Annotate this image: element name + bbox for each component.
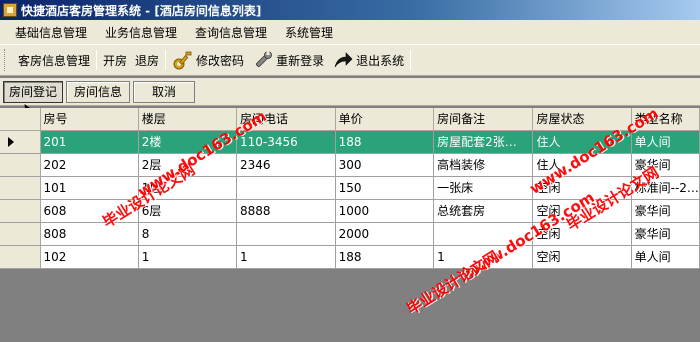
table-cell[interactable]: 188: [335, 245, 435, 269]
table-row[interactable]: 808 8 2000 空闲 豪华间: [0, 222, 700, 246]
column-header[interactable]: 房号: [40, 108, 139, 131]
action-strip: 房间登记 房间信息 取消: [0, 78, 700, 106]
row-header-corner: [0, 108, 41, 131]
exit-button[interactable]: 退出系统: [328, 48, 408, 72]
column-header[interactable]: 房间电话: [236, 108, 336, 131]
table-cell[interactable]: 豪华间: [631, 153, 700, 177]
change-password-button[interactable]: 修改密码: [168, 48, 248, 72]
table-cell[interactable]: 1层: [138, 176, 238, 200]
table-cell[interactable]: 8888: [236, 199, 336, 223]
table-row[interactable]: 101 1层 150 一张床 空闲 标准间--2…: [0, 176, 700, 200]
table-cell[interactable]: 110-3456: [236, 130, 336, 154]
table-cell[interactable]: 201: [40, 130, 139, 154]
column-header[interactable]: 房间备注: [433, 108, 534, 131]
table-cell[interactable]: 1000: [335, 199, 435, 223]
column-header[interactable]: 类型名称: [631, 108, 700, 131]
app-icon: [3, 3, 17, 17]
menu-basic-info[interactable]: 基础信息管理: [6, 24, 96, 41]
toolbar-separator: [410, 50, 412, 70]
check-in-button[interactable]: 开房: [99, 48, 131, 72]
title-bar: 快捷酒店客房管理系统 - [酒店房间信息列表]: [0, 0, 700, 20]
guest-info-button[interactable]: 客房信息管理: [14, 48, 94, 72]
table-cell[interactable]: 总统套房: [433, 199, 534, 223]
menu-bar: 基础信息管理 业务信息管理 查询信息管理 系统管理: [0, 20, 700, 44]
table-cell[interactable]: 标准间--2…: [631, 176, 700, 200]
check-out-button[interactable]: 退房: [131, 48, 163, 72]
wrench-icon: [256, 51, 272, 68]
table-cell[interactable]: 608: [40, 199, 139, 223]
relogin-button[interactable]: 重新登录: [248, 48, 328, 72]
table-cell[interactable]: 1: [138, 245, 238, 269]
table-cell[interactable]: 高档装修: [433, 153, 534, 177]
table-cell[interactable]: 住人: [532, 153, 632, 177]
table-cell[interactable]: 房屋配套2张…: [433, 130, 534, 154]
table-cell[interactable]: 单人间: [631, 130, 700, 154]
row-header[interactable]: [0, 222, 41, 246]
row-header[interactable]: [0, 130, 41, 154]
table-row[interactable]: 102 1 1 188 1 空闲 单人间: [0, 245, 700, 269]
table-row[interactable]: 201 2楼 110-3456 188 房屋配套2张… 住人 单人间: [0, 130, 700, 154]
table-cell[interactable]: 空闲: [532, 245, 632, 269]
window-title: 快捷酒店客房管理系统 - [酒店房间信息列表]: [21, 3, 262, 18]
table-row[interactable]: 608 6层 8888 1000 总统套房 空闲 豪华间: [0, 199, 700, 223]
exit-arrow-icon: [334, 52, 353, 68]
column-header[interactable]: 房屋状态: [532, 108, 632, 131]
table-cell[interactable]: 102: [40, 245, 139, 269]
row-header[interactable]: [0, 245, 41, 269]
toolbar-separator: [165, 50, 167, 70]
table-cell[interactable]: 1: [236, 245, 336, 269]
cancel-button[interactable]: 取消: [133, 80, 195, 103]
column-header[interactable]: 单价: [335, 108, 435, 131]
table-cell[interactable]: [236, 176, 336, 200]
table-cell[interactable]: 空闲: [532, 199, 632, 223]
table-cell[interactable]: 一张床: [433, 176, 534, 200]
toolbar-grip[interactable]: [4, 49, 8, 71]
table-cell[interactable]: 豪华间: [631, 222, 700, 246]
relogin-label: 重新登录: [276, 53, 325, 68]
table-cell[interactable]: 202: [40, 153, 139, 177]
key-icon: [173, 51, 192, 70]
table-cell[interactable]: 101: [40, 176, 139, 200]
menu-system[interactable]: 系统管理: [276, 24, 342, 41]
row-header[interactable]: [0, 176, 41, 200]
header-row: 房号 楼层 房间电话 单价 房间备注 房屋状态 类型名称: [0, 108, 700, 131]
table-cell[interactable]: 2楼: [138, 130, 238, 154]
table-cell[interactable]: 6层: [138, 199, 238, 223]
room-grid[interactable]: 房号 楼层 房间电话 单价 房间备注 房屋状态 类型名称 201 2楼 110-…: [0, 108, 700, 272]
table-cell[interactable]: 1: [433, 245, 534, 269]
row-header[interactable]: [0, 199, 41, 223]
menu-query-info[interactable]: 查询信息管理: [186, 24, 276, 41]
exit-label: 退出系统: [356, 53, 405, 68]
room-register-button[interactable]: 房间登记: [3, 80, 63, 103]
room-table: 房号 楼层 房间电话 单价 房间备注 房屋状态 类型名称 201 2楼 110-…: [0, 108, 700, 269]
table-cell[interactable]: 空闲: [532, 176, 632, 200]
room-info-button[interactable]: 房间信息: [66, 80, 130, 103]
table-cell[interactable]: 2层: [138, 153, 238, 177]
column-header[interactable]: 楼层: [138, 108, 238, 131]
table-cell[interactable]: 8: [138, 222, 238, 246]
table-cell[interactable]: [236, 222, 336, 246]
app-window: 快捷酒店客房管理系统 - [酒店房间信息列表] 基础信息管理 业务信息管理 查询…: [0, 0, 700, 342]
table-row[interactable]: 202 2层 2346 300 高档装修 住人 豪华间: [0, 153, 700, 177]
row-header[interactable]: [0, 153, 41, 177]
current-row-arrow-icon: [8, 136, 14, 147]
table-cell[interactable]: 808: [40, 222, 139, 246]
toolbar: 客房信息管理 开房 退房 修改密码 重新登录 退出系统: [0, 44, 700, 76]
table-cell[interactable]: 单人间: [631, 245, 700, 269]
table-cell[interactable]: 150: [335, 176, 435, 200]
table-cell[interactable]: 188: [335, 130, 435, 154]
menu-business-info[interactable]: 业务信息管理: [96, 24, 186, 41]
table-cell[interactable]: 2346: [236, 153, 336, 177]
table-cell[interactable]: 2000: [335, 222, 435, 246]
toolbar-separator: [96, 50, 98, 70]
table-cell[interactable]: [433, 222, 534, 246]
table-cell[interactable]: 300: [335, 153, 435, 177]
table-cell[interactable]: 豪华间: [631, 199, 700, 223]
table-cell[interactable]: 住人: [532, 130, 632, 154]
change-password-label: 修改密码: [196, 53, 245, 68]
table-cell[interactable]: 空闲: [532, 222, 632, 246]
